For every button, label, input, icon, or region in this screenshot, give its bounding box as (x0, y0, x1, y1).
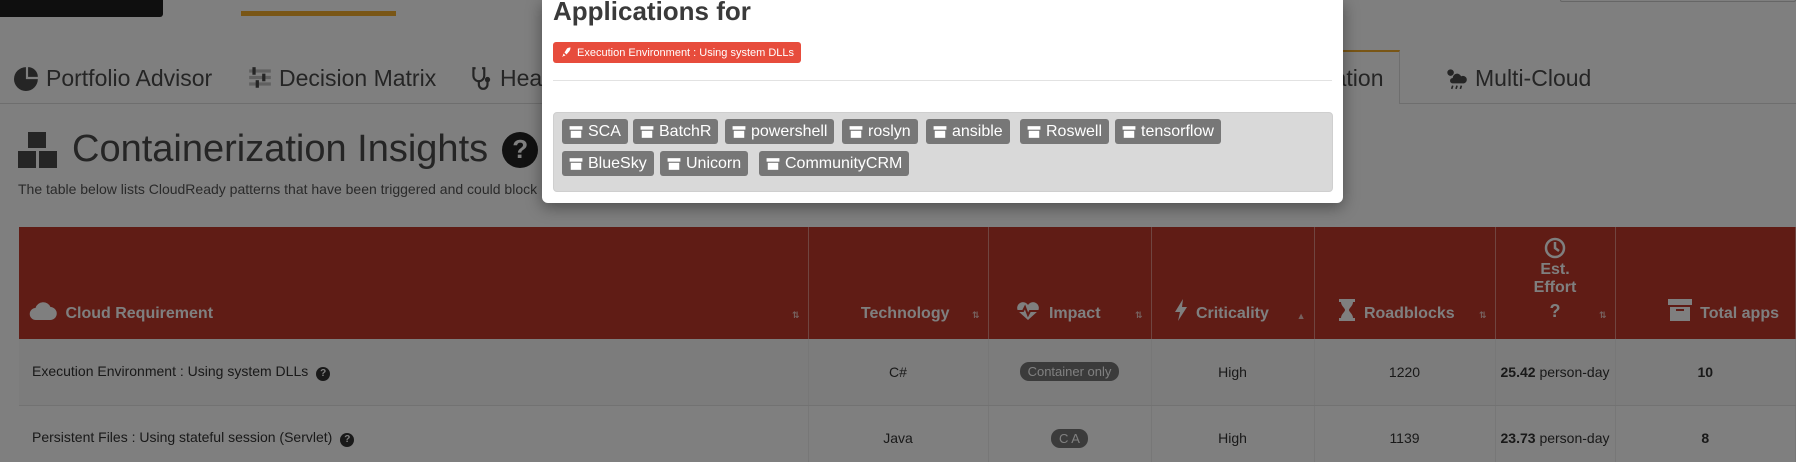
archive-icon (640, 125, 654, 138)
archive-icon (569, 157, 583, 170)
app-name: powershell (751, 122, 828, 140)
app-name: ansible (952, 122, 1003, 140)
applications-list: SCA BatchR powershell roslyn ansible Ros… (553, 112, 1333, 192)
app-name: BatchR (659, 122, 712, 140)
app-name: Unicorn (686, 154, 742, 172)
app-tag[interactable]: Roswell (1020, 119, 1110, 144)
rocket-icon (562, 47, 571, 57)
archive-icon (1122, 125, 1136, 138)
archive-icon (766, 157, 780, 170)
app-tag[interactable]: CommunityCRM (759, 151, 910, 176)
archive-icon (933, 125, 947, 138)
app-tag[interactable]: SCA (562, 119, 628, 144)
app-tag[interactable]: roslyn (842, 119, 918, 144)
archive-icon (569, 125, 583, 138)
app-tag[interactable]: Unicorn (660, 151, 749, 176)
app-tag[interactable]: BlueSky (562, 151, 654, 176)
badge-label: Execution Environment : Using system DLL… (577, 46, 795, 59)
archive-icon (667, 157, 681, 170)
app-name: roslyn (868, 122, 911, 140)
app-tag[interactable]: BatchR (633, 119, 719, 144)
app-name: CommunityCRM (785, 154, 903, 172)
app-name: BlueSky (588, 154, 647, 172)
archive-icon (732, 125, 746, 138)
app-tag[interactable]: tensorflow (1115, 119, 1221, 144)
app-name: tensorflow (1141, 122, 1214, 140)
app-tag[interactable]: powershell (725, 119, 835, 144)
archive-icon (1027, 125, 1041, 138)
app-name: SCA (588, 122, 621, 140)
requirement-badge: Execution Environment : Using system DLL… (553, 42, 802, 63)
app-name: Roswell (1046, 122, 1103, 140)
applications-modal: Applications for Execution Environment :… (542, 0, 1343, 203)
modal-divider (553, 80, 1332, 81)
modal-title: Applications for (553, 0, 751, 26)
app-tag[interactable]: ansible (926, 119, 1010, 144)
archive-icon (849, 125, 863, 138)
